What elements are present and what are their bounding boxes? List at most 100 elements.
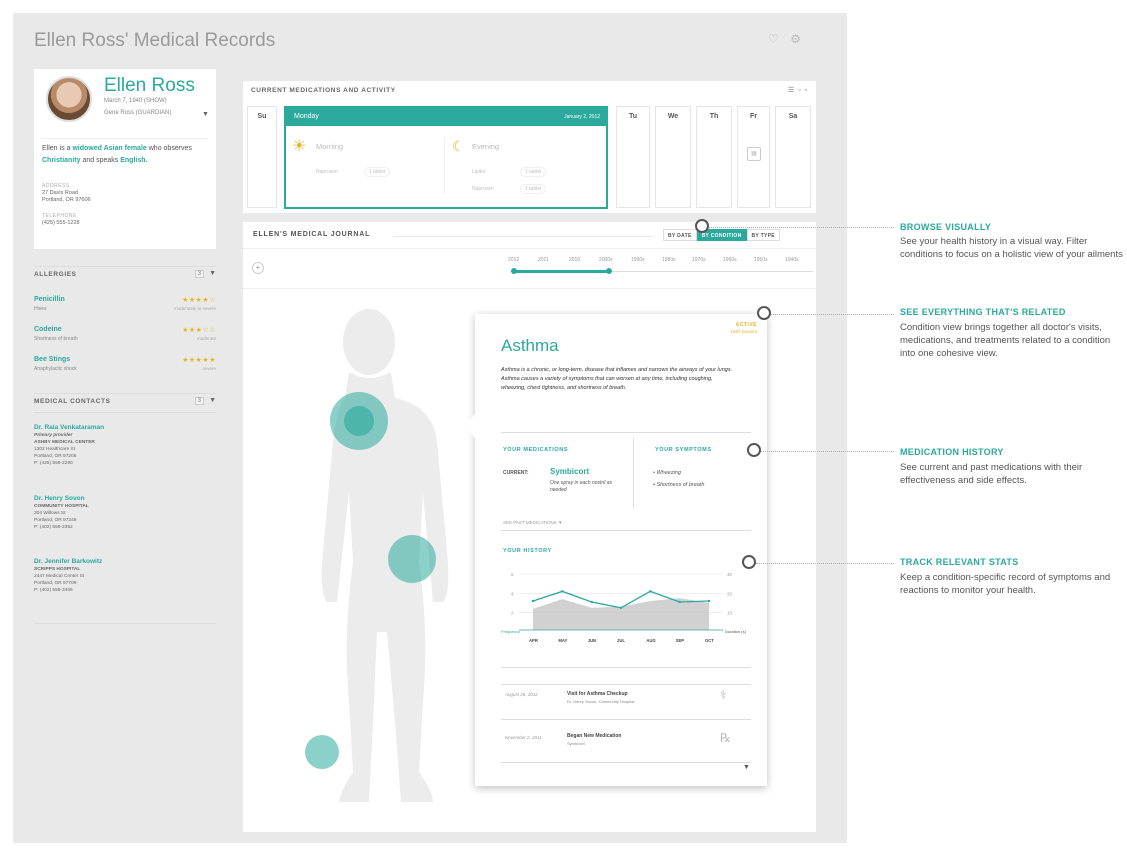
chevron-down-icon[interactable]: ▼: [743, 764, 750, 771]
see-past-medications-link[interactable]: SEE PAST MEDICATIONS ▼: [503, 520, 562, 525]
day-column[interactable]: Fr ▦: [737, 106, 770, 208]
allergy-item[interactable]: Codeine Shortness of breath ★★★☆☆ modera…: [34, 326, 216, 350]
chart-y-tick: 4: [511, 591, 514, 596]
timeline-range: [514, 270, 610, 273]
divider: [34, 412, 216, 413]
medication-instructions: One spray in each nostril as needed: [550, 480, 612, 493]
condition-title: Asthma: [501, 336, 559, 355]
condition-hotspot[interactable]: [305, 735, 339, 769]
timeline-label[interactable]: 1950s: [754, 257, 768, 263]
filter-by-type[interactable]: BY TYPE: [746, 229, 780, 241]
divider: [633, 438, 634, 508]
timeline-handle-end[interactable]: [606, 268, 612, 274]
chart-x-tick: OCT: [705, 638, 714, 643]
allergy-item[interactable]: Penicillin Hives ★★★★☆ moderately to sev…: [34, 296, 216, 320]
symptoms-heading: YOUR SYMPTOMS: [655, 447, 712, 453]
severity-stars: ★★★★★: [182, 357, 216, 364]
chart-x-tick: MAY: [558, 638, 567, 643]
callout-title: SEE EVERYTHING THAT'S RELATED: [900, 307, 1066, 317]
callout-title: TRACK RELEVANT STATS: [900, 557, 1019, 567]
timeline-label[interactable]: 2012: [508, 257, 519, 263]
avatar: [46, 76, 92, 122]
divider: [243, 288, 816, 289]
symptom-item: • Wheezing: [653, 470, 681, 476]
view-toggle-icons[interactable]: ☰ ▫ ▫: [788, 86, 808, 94]
callout-text: Condition view brings together all docto…: [900, 322, 1111, 359]
chevron-down-icon[interactable]: ▼: [209, 270, 216, 277]
current-label: CURRENT:: [503, 470, 529, 476]
timeline-label[interactable]: 1980s: [662, 257, 676, 263]
condition-status-range: 1987-present: [730, 329, 757, 334]
timeline-handle-start[interactable]: [511, 268, 517, 274]
allergies-title: ALLERGIES: [34, 271, 77, 278]
symptom-item: • Shortness of breath: [653, 482, 705, 488]
contacts-header: MEDICAL CONTACTS 3 ▼: [34, 393, 216, 409]
callout-pin: [695, 219, 709, 233]
condition-hotspot-core[interactable]: [344, 406, 374, 436]
severity-stars: ★★★★☆: [182, 297, 216, 304]
timeline-label[interactable]: 1990s: [631, 257, 645, 263]
medications-heading: YOUR MEDICATIONS: [503, 447, 569, 453]
chart-y-tick: 6: [511, 572, 514, 577]
chart-y2-tick: 30: [727, 572, 733, 577]
medication-name[interactable]: Symbicort: [550, 467, 589, 476]
callout-text: See your health history in a visual way.…: [900, 236, 1123, 260]
timeline-label[interactable]: 2011: [538, 257, 549, 263]
chart-x-tick: JUL: [617, 638, 625, 643]
event-title[interactable]: Visit for Asthma Checkup: [567, 691, 628, 697]
chart-x-tick: AUG: [646, 638, 655, 643]
chart-y-tick: 2: [511, 611, 514, 616]
chart-x-tick: JUN: [588, 638, 596, 643]
chart-point: [649, 590, 652, 593]
morning-label: Morning: [316, 142, 344, 151]
allergy-item[interactable]: Bee Stings Anaphylactic shock ★★★★★ seve…: [34, 356, 216, 380]
moon-icon: ☾: [452, 138, 465, 154]
event-title[interactable]: Began New Medication: [567, 733, 621, 739]
sun-icon: ☀: [292, 138, 307, 155]
chart-legend-right: Duration (s): [725, 629, 747, 634]
divider: [501, 762, 751, 763]
card-pointer: [464, 414, 475, 438]
chevron-down-icon[interactable]: ▼: [209, 397, 216, 404]
day-column[interactable]: Th: [696, 106, 732, 208]
callout-pin: [757, 306, 771, 320]
chart-point: [678, 600, 681, 604]
condition-card: ACTIVE 1987-present Asthma Asthma is a c…: [464, 314, 767, 786]
address-line-1: 27 Davis Road: [42, 190, 79, 196]
address-line-2: Portland, OR 97606: [42, 197, 91, 203]
contact-card[interactable]: Dr. Jennifer Barkowitz SCRIPPS HOSPITAL …: [34, 558, 216, 594]
chart-legend-left: Frequency: [501, 629, 520, 634]
chevron-down-icon[interactable]: ▼: [202, 111, 209, 118]
callout-leader: [771, 314, 894, 315]
divider: [501, 719, 751, 720]
filter-group: BY DATE BY CONDITION BY TYPE: [663, 229, 780, 241]
today-column[interactable]: Monday January 2, 2012 ☀ Morning Naproxe…: [284, 106, 608, 209]
divider: [501, 432, 751, 433]
timeline-label[interactable]: 1940s: [785, 257, 799, 263]
chart-point: [707, 599, 711, 603]
contact-card[interactable]: Dr. Henry Sovon COMMUNITY HOSPITAL 304 W…: [34, 495, 216, 531]
divider: [393, 236, 653, 237]
favorite-settings-icons[interactable]: ♡ ⚙: [768, 32, 805, 46]
address-label: ADDRESS: [42, 183, 70, 189]
filter-by-date[interactable]: BY DATE: [663, 229, 697, 241]
day-column[interactable]: Sa: [775, 106, 811, 208]
chart-x-tick: APR: [529, 638, 538, 643]
callout-leader: [761, 451, 894, 452]
patient-bio: Ellen is a widowed Asian female who obse…: [42, 138, 208, 167]
condition-hotspot[interactable]: [388, 535, 436, 583]
severity-stars: ★★★☆☆: [182, 327, 216, 334]
timeline-label[interactable]: 1960s: [723, 257, 737, 263]
day-column[interactable]: Tu: [616, 106, 650, 208]
timeline-label[interactable]: 2010: [569, 257, 580, 263]
phone-value: (425) 555-1228: [42, 220, 80, 226]
day-column[interactable]: Su: [247, 106, 277, 208]
add-entry-button[interactable]: +: [252, 262, 264, 274]
timeline-label[interactable]: 2000s: [599, 257, 613, 263]
callout-title: BROWSE VISUALLY: [900, 222, 992, 232]
history-heading: YOUR HISTORY: [503, 548, 552, 554]
contact-card[interactable]: Dr. Raia Venkataraman Primary provider A…: [34, 424, 216, 467]
condition-status: ACTIVE: [735, 322, 757, 328]
day-column[interactable]: We: [655, 106, 691, 208]
timeline-label[interactable]: 1970s: [692, 257, 706, 263]
